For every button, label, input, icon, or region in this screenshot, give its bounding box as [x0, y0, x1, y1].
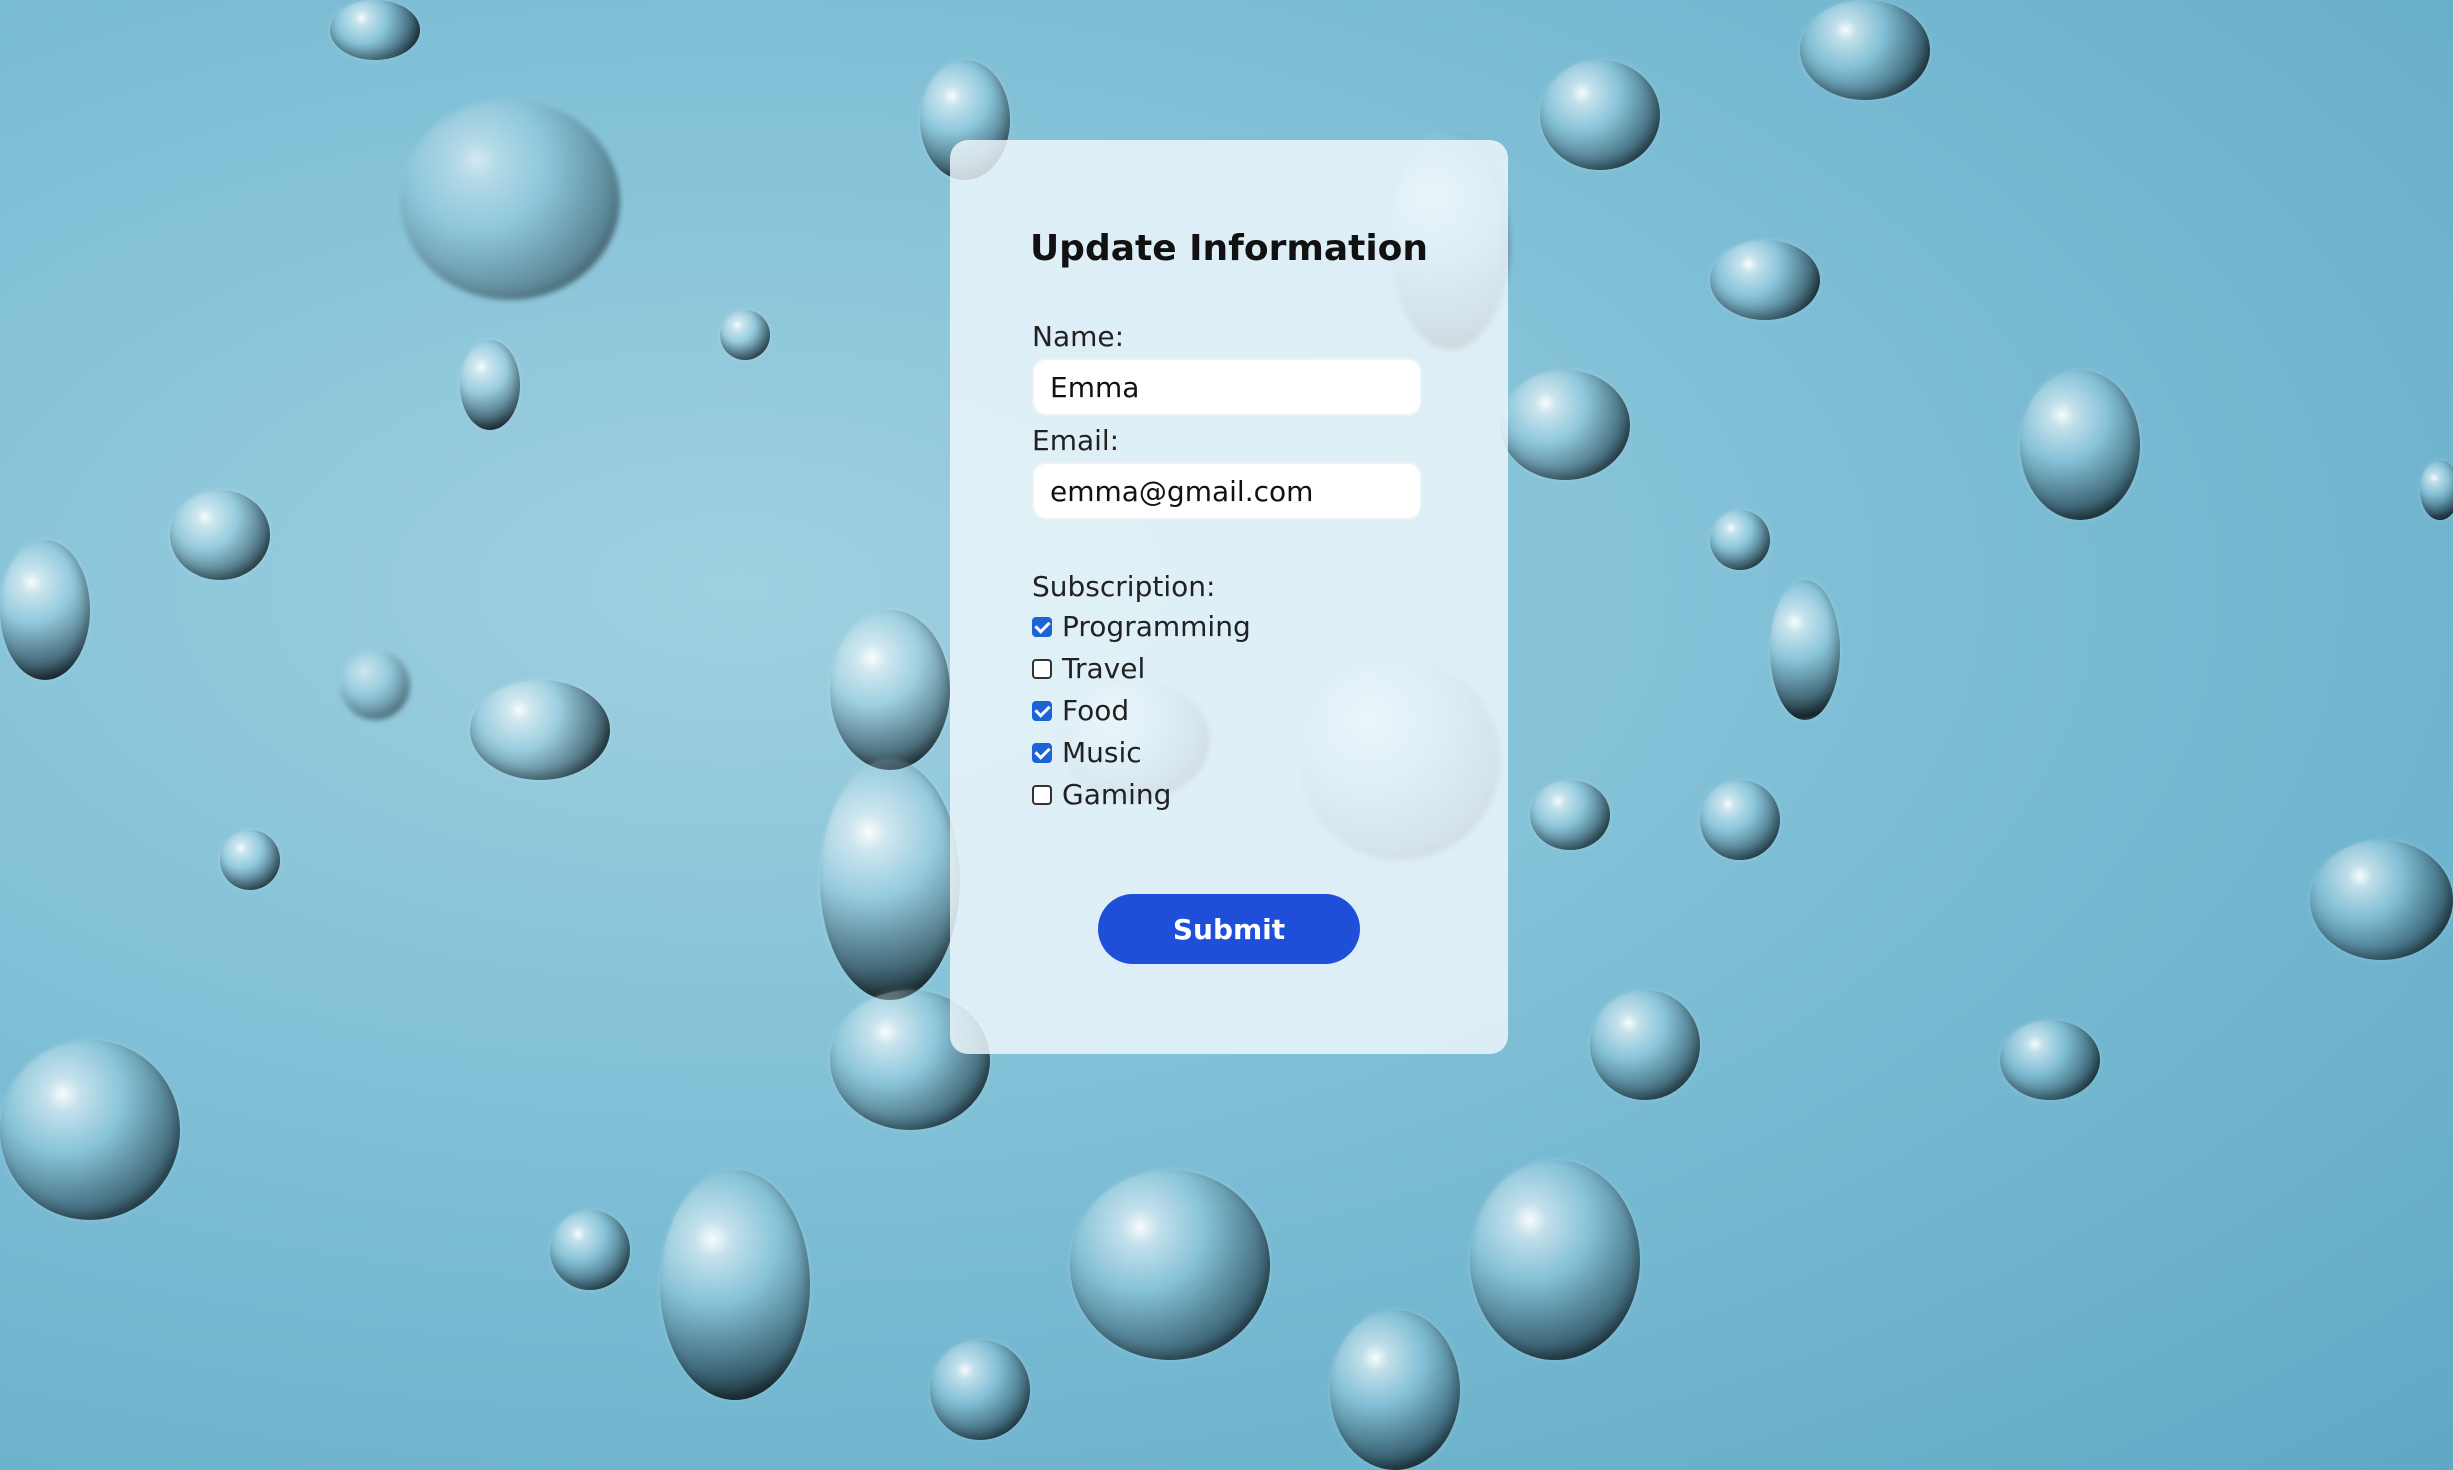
- subscription-option-label: Music: [1062, 736, 1142, 769]
- update-form-card: Update Information Name: Email: Subscrip…: [950, 140, 1508, 1054]
- subscription-option-programming[interactable]: Programming: [1032, 610, 1251, 643]
- checkbox-checked-icon[interactable]: [1032, 742, 1052, 763]
- subscription-option-label: Food: [1062, 694, 1130, 727]
- name-label: Name:: [1032, 320, 1125, 353]
- subscription-option-gaming[interactable]: Gaming: [1032, 778, 1171, 811]
- email-input[interactable]: [1032, 462, 1422, 520]
- subscription-option-label: Programming: [1062, 610, 1251, 643]
- subscription-label: Subscription:: [1032, 570, 1216, 603]
- submit-button[interactable]: Submit: [1098, 894, 1360, 964]
- checkbox-unchecked-icon[interactable]: [1032, 658, 1052, 679]
- subscription-option-travel[interactable]: Travel: [1032, 652, 1145, 685]
- checkbox-unchecked-icon[interactable]: [1032, 784, 1052, 805]
- subscription-option-label: Gaming: [1062, 778, 1172, 811]
- checkbox-checked-icon[interactable]: [1032, 700, 1052, 721]
- subscription-option-food[interactable]: Food: [1032, 694, 1129, 727]
- name-input[interactable]: [1032, 358, 1422, 416]
- email-label: Email:: [1032, 424, 1120, 457]
- subscription-option-music[interactable]: Music: [1032, 736, 1142, 769]
- checkbox-checked-icon[interactable]: [1032, 616, 1052, 637]
- subscription-option-label: Travel: [1062, 652, 1146, 685]
- form-title: Update Information: [1029, 228, 1429, 269]
